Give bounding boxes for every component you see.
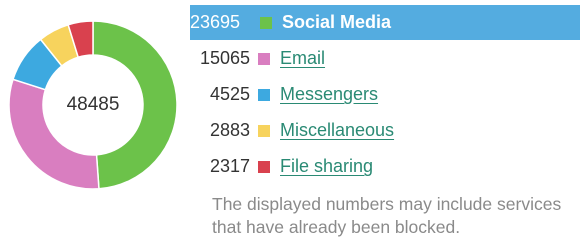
legend-swatch [258, 52, 270, 65]
legend-link-messengers[interactable]: Messengers [280, 84, 378, 105]
total-count: 48485 [66, 94, 120, 115]
legend: 23695 Social Media 15065 Email 4525 Mess… [190, 5, 580, 185]
legend-item-email: 15065 Email [190, 41, 580, 76]
legend-label: Social Media [282, 12, 392, 32]
legend-swatch [258, 88, 270, 101]
legend-link-email[interactable]: Email [280, 48, 325, 69]
legend-count: 2883 [209, 120, 250, 140]
legend-link-miscellaneous[interactable]: Miscellaneous [280, 120, 394, 141]
legend-count: 23695 [190, 12, 241, 32]
legend-item-file-sharing: 2317 File sharing [190, 149, 580, 184]
legend-swatch [258, 160, 270, 173]
legend-item-social-media[interactable]: 23695 Social Media [190, 5, 580, 40]
legend-count: 15065 [199, 48, 250, 68]
legend-swatch [258, 124, 270, 137]
legend-count: 2317 [209, 156, 250, 176]
legend-link-file-sharing[interactable]: File sharing [280, 156, 373, 177]
legend-swatch [260, 16, 272, 29]
legend-item-miscellaneous: 2883 Miscellaneous [190, 113, 580, 148]
disclaimer-note: The displayed numbers may include servic… [212, 194, 562, 237]
legend-item-messengers: 4525 Messengers [190, 77, 580, 112]
legend-count: 4525 [209, 84, 250, 104]
donut-chart: 48485 [8, 20, 178, 190]
